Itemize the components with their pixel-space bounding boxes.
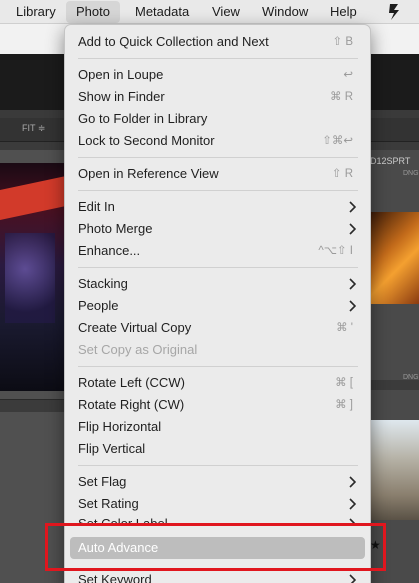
photo-thumbnail[interactable] [0,163,66,391]
menu-item-set-copy-as-original: Set Copy as Original [65,339,370,361]
fit-zoom-control[interactable]: FIT ≑ [22,123,45,134]
menu-item-add-quick-collection-next[interactable]: Add to Quick Collection and Next ⇧ B [65,31,370,53]
menu-item-rotate-left[interactable]: Rotate Left (CCW) ⌘ [ [65,372,370,394]
shortcut-label: ⇧ B [332,36,353,48]
shortcut-label: ⇧⌘↩ [322,135,353,147]
shortcut-label: ⌘ R [330,91,353,103]
menu-window[interactable]: Window [252,0,318,24]
menu-item-label: Flip Horizontal [78,419,162,434]
menu-view[interactable]: View [202,0,250,24]
menu-item-label: Open in Reference View [78,166,219,181]
photo-thumbnail[interactable] [370,212,419,304]
menu-item-label: Set Rating [78,496,139,511]
menu-item-people[interactable]: People [65,295,370,317]
shortcut-label: ⌘ [ [335,377,353,389]
chevron-right-icon [349,300,356,312]
menu-item-open-in-loupe[interactable]: Open in Loupe ↩ [65,64,370,86]
menu-item-label: Rotate Left (CCW) [78,375,185,390]
photo-glow [5,233,55,323]
menu-item-show-in-finder[interactable]: Show in Finder ⌘ R [65,86,370,108]
menu-item-label: Set Copy as Original [78,342,198,357]
menu-item-label: Lock to Second Monitor [78,133,215,148]
menu-separator [78,58,358,59]
shortcut-label: ⌘ ' [336,322,353,334]
menu-item-label: Set Flag [78,474,127,489]
menu-item-label: People [78,298,119,313]
photo-menu-dropdown: Add to Quick Collection and Next ⇧ B Ope… [64,24,371,583]
menu-item-flip-horizontal[interactable]: Flip Horizontal [65,416,370,438]
menu-item-label: Open in Loupe [78,67,164,82]
menu-item-enhance[interactable]: Enhance... ^⌥⇧ I [65,240,370,262]
menu-metadata[interactable]: Metadata [125,0,199,24]
menu-item-label: Set Keyword [78,572,152,583]
chevron-right-icon [349,476,356,488]
menu-item-label: Flip Vertical [78,441,146,456]
chevron-right-icon [349,498,356,510]
chevron-right-icon [349,201,356,213]
chevron-right-icon [349,278,356,290]
menu-help[interactable]: Help [320,0,367,24]
menu-separator [78,366,358,367]
chevron-right-icon [349,574,356,583]
menu-library[interactable]: Library [6,0,66,24]
menu-item-open-reference-view[interactable]: Open in Reference View ⇧ R [65,163,370,185]
highlight-annotation-box [45,523,386,571]
neon-sign [0,175,66,221]
chevron-right-icon [349,223,356,235]
menu-bar: Library Photo Metadata View Window Help [0,0,419,24]
shortcut-label: ^⌥⇧ I [318,245,353,257]
menu-item-stacking[interactable]: Stacking [65,273,370,295]
menu-item-label: Edit In [78,199,115,214]
menu-item-create-virtual-copy[interactable]: Create Virtual Copy ⌘ ' [65,317,370,339]
menu-item-set-keyword[interactable]: Set Keyword [65,569,370,583]
app-logo-icon[interactable] [387,3,401,21]
menu-item-label: Add to Quick Collection and Next [78,34,269,49]
menu-item-set-flag[interactable]: Set Flag [65,471,370,493]
menu-item-rotate-right[interactable]: Rotate Right (CW) ⌘ ] [65,394,370,416]
menu-separator [78,465,358,466]
menu-item-label: Enhance... [78,243,141,258]
thumbnail-filename: D12SPRT [370,156,411,166]
shortcut-label: ⌘ ] [335,399,353,411]
menu-item-label: Rotate Right (CW) [78,397,185,412]
menu-photo[interactable]: Photo [66,1,120,23]
menu-item-label: Create Virtual Copy [78,320,192,335]
menu-item-go-to-folder[interactable]: Go to Folder in Library [65,108,370,130]
menu-item-label: Stacking [78,276,128,291]
photo-thumbnail[interactable] [370,420,419,520]
menu-item-photo-merge[interactable]: Photo Merge [65,218,370,240]
menu-item-flip-vertical[interactable]: Flip Vertical [65,438,370,460]
menu-item-set-rating[interactable]: Set Rating [65,493,370,515]
menu-separator [78,267,358,268]
menu-item-edit-in[interactable]: Edit In [65,196,370,218]
menu-item-lock-second-monitor[interactable]: Lock to Second Monitor ⇧⌘↩ [65,130,370,152]
file-type-badge: DNG [403,170,419,177]
menu-separator [78,190,358,191]
shortcut-label: ⇧ R [331,168,353,180]
menu-item-label: Show in Finder [78,89,165,104]
menu-item-label: Photo Merge [78,221,153,236]
shortcut-label: ↩ [343,69,353,81]
file-type-badge: DNG [403,374,419,381]
menu-separator [78,157,358,158]
menu-item-label: Go to Folder in Library [78,111,208,126]
